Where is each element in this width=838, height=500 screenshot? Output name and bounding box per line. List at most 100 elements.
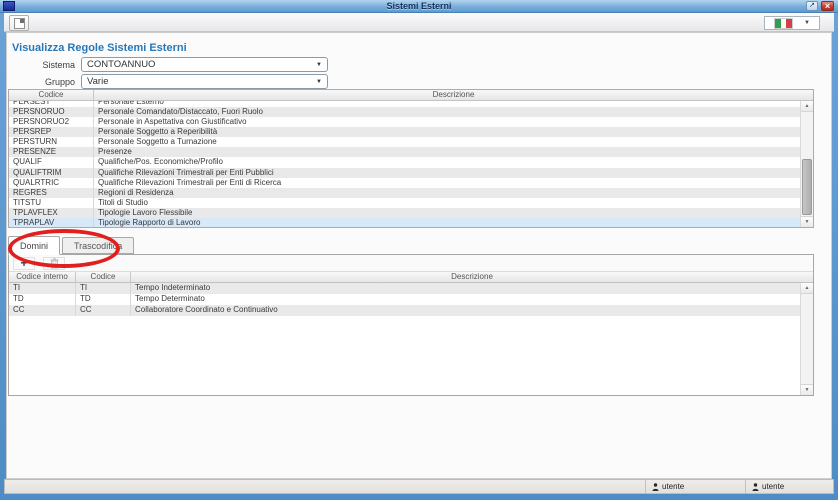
- cell-descrizione: Titoli di Studio: [98, 197, 148, 207]
- sistema-label: Sistema: [42, 59, 75, 70]
- cell-codice: TPRAPLAV: [9, 218, 94, 227]
- chevron-down-icon: ▼: [316, 78, 322, 85]
- column-header-codice: Codice: [9, 90, 94, 100]
- user-icon: [752, 482, 759, 491]
- rules-table-header: Codice Descrizione: [9, 90, 813, 101]
- user-label: utente: [762, 482, 785, 491]
- rules-row-qualiftrim[interactable]: QUALIFTRIM Qualifiche Rilevazioni Trimest…: [9, 167, 800, 178]
- close-icon[interactable]: ×: [821, 1, 834, 11]
- cell-descrizione: Personale Comandato/Distaccato, Fuori Ru…: [98, 107, 263, 116]
- sistema-dropdown[interactable]: CONTOANNUO ▼: [81, 57, 328, 72]
- rules-row-tplavflex[interactable]: TPLAVFLEX Tipologie Lavoro Flessibile: [9, 207, 800, 219]
- sistema-row: Sistema CONTOANNUO ▼: [7, 57, 328, 72]
- popout-icon[interactable]: ↗: [806, 1, 818, 11]
- plus-icon: +: [20, 256, 28, 270]
- scroll-down-icon[interactable]: ▼: [801, 216, 813, 227]
- rules-row-presenze[interactable]: PRESENZE Presenze: [9, 147, 800, 158]
- cell-codice: PERSNORUO2: [9, 117, 94, 128]
- add-row-button[interactable]: +: [13, 256, 35, 270]
- scroll-up-icon[interactable]: ▲: [801, 101, 813, 112]
- cell-descrizione: Tempo Indeterminato: [135, 283, 211, 292]
- domini-row-td[interactable]: TD TD Tempo Determinato: [9, 294, 800, 305]
- cell-descrizione: Qualifiche Rilevazioni Trimestrali per E…: [98, 177, 282, 187]
- domini-panel: + Codice interno Codice Descrizione TI T…: [8, 254, 814, 396]
- cell-descrizione: Tempo Determinato: [135, 294, 205, 303]
- rules-row-tpraplav[interactable]: TPRAPLAV Tipologie Rapporto di Lavoro: [9, 218, 800, 227]
- rules-row-regres[interactable]: REGRES Regioni di Residenza: [9, 187, 800, 198]
- scrollbar-thumb[interactable]: [802, 159, 812, 215]
- cell-codice: TD: [76, 294, 131, 305]
- cell-descrizione: Personale in Aspettativa con Giustificat…: [98, 117, 247, 127]
- toolbar: ▼: [4, 13, 834, 32]
- window-title: Sistemi Esterni: [386, 1, 452, 11]
- cell-codice: REGRES: [9, 187, 94, 198]
- gruppo-label: Gruppo: [44, 76, 75, 87]
- scroll-up-icon[interactable]: ▲: [801, 283, 813, 294]
- column-header-codice: Codice: [76, 272, 131, 282]
- chevron-down-icon: ▼: [804, 20, 810, 26]
- delete-row-button[interactable]: [43, 256, 65, 270]
- cell-codice: PRESENZE: [9, 147, 94, 158]
- domini-table-scrollbar[interactable]: ▲ ▼: [800, 283, 813, 395]
- domini-row-cc[interactable]: CC CC Collaboratore Coordinato e Continuat…: [9, 305, 800, 316]
- cell-descrizione: Qualifiche/Pos. Economiche/Profilo: [98, 157, 223, 167]
- column-header-descrizione: Descrizione: [432, 90, 475, 99]
- cell-codice: TPLAVFLEX: [9, 207, 94, 219]
- language-selector[interactable]: ▼: [764, 16, 820, 30]
- status-user-right: utente: [745, 480, 835, 493]
- cell-codice: PERSNORUO: [9, 107, 94, 118]
- app-window: Sistemi Esterni ↗ × ▼ Visualizza Regole …: [0, 0, 838, 500]
- column-header-codice-interno: Codice interno: [9, 272, 76, 282]
- domini-toolbar: +: [9, 255, 813, 272]
- cell-codice: PERSREP: [9, 127, 94, 138]
- gruppo-value: Varie: [87, 76, 109, 87]
- rules-table: Codice Descrizione PERSEST Personale Est…: [8, 89, 814, 228]
- gruppo-row: Gruppo Varie ▼: [7, 74, 328, 89]
- domini-row-ti[interactable]: TI TI Tempo Indeterminato: [9, 283, 800, 294]
- cell-codice-interno: TI: [9, 283, 76, 294]
- gruppo-dropdown[interactable]: Varie ▼: [81, 74, 328, 89]
- scroll-down-icon[interactable]: ▼: [801, 384, 813, 395]
- save-icon: [13, 17, 25, 29]
- cell-codice: QUALRTRIC: [9, 177, 94, 188]
- cell-descrizione: Personale Soggetto a Turnazione: [98, 137, 217, 147]
- cell-descrizione: Personale Soggetto a Reperibilità: [98, 127, 218, 137]
- tab-trascodifica[interactable]: Trascodifica: [62, 237, 135, 254]
- rules-row-titstu[interactable]: TITSTU Titoli di Studio: [9, 197, 800, 208]
- cell-codice: PERSTURN: [9, 137, 94, 148]
- rules-row-persturn[interactable]: PERSTURN Personale Soggetto a Turnazione: [9, 137, 800, 148]
- tab-domini[interactable]: Domini: [8, 236, 61, 255]
- user-label: utente: [662, 482, 685, 491]
- cell-descrizione: Regioni di Residenza: [98, 187, 174, 197]
- sistema-value: CONTOANNUO: [87, 59, 156, 70]
- cell-descrizione: Tipologie Rapporto di Lavoro: [98, 218, 201, 227]
- cell-descrizione: Tipologie Lavoro Flessibile: [98, 207, 193, 217]
- cell-codice: TI: [76, 283, 131, 294]
- status-user-left: utente: [645, 480, 745, 493]
- rules-table-body: PERSEST Personale Esterno PERSNORUO Perso…: [9, 101, 800, 227]
- column-header-descrizione: Descrizione: [451, 272, 493, 281]
- domini-table: Codice interno Codice Descrizione TI TI Te…: [9, 272, 813, 395]
- status-bar: utente utente: [4, 479, 834, 494]
- cell-codice: QUALIF: [9, 157, 94, 168]
- rules-table-scrollbar[interactable]: ▲ ▼: [800, 101, 813, 227]
- tab-strip: Domini Trascodifica: [8, 236, 136, 255]
- cell-codice: CC: [76, 305, 131, 316]
- title-bar: Sistemi Esterni ↗ ×: [0, 0, 838, 13]
- cell-descrizione: Collaboratore Coordinato e Continuativo: [135, 305, 278, 314]
- save-button[interactable]: [9, 15, 29, 31]
- italian-flag-icon: [774, 17, 794, 29]
- user-icon: [652, 482, 659, 491]
- cell-codice-interno: TD: [9, 294, 76, 305]
- rules-row-persnoruo[interactable]: PERSNORUO Personale Comandato/Distaccato,…: [9, 107, 800, 118]
- cell-codice-interno: CC: [9, 305, 76, 316]
- cell-codice: QUALIFTRIM: [9, 167, 94, 178]
- rules-row-qualrtric[interactable]: QUALRTRIC Qualifiche Rilevazioni Trimestr…: [9, 177, 800, 188]
- rules-row-qualif[interactable]: QUALIF Qualifiche/Pos. Economiche/Profilo: [9, 157, 800, 168]
- trash-icon: [50, 257, 58, 268]
- rules-row-persnoruo2[interactable]: PERSNORUO2 Personale in Aspettativa con G…: [9, 117, 800, 128]
- cell-descrizione: Qualifiche Rilevazioni Trimestrali per E…: [98, 167, 274, 177]
- page-title: Visualizza Regole Sistemi Esterni: [12, 42, 187, 54]
- rules-row-persrep[interactable]: PERSREP Personale Soggetto a Reperibilità: [9, 127, 800, 138]
- cell-codice: TITSTU: [9, 197, 94, 208]
